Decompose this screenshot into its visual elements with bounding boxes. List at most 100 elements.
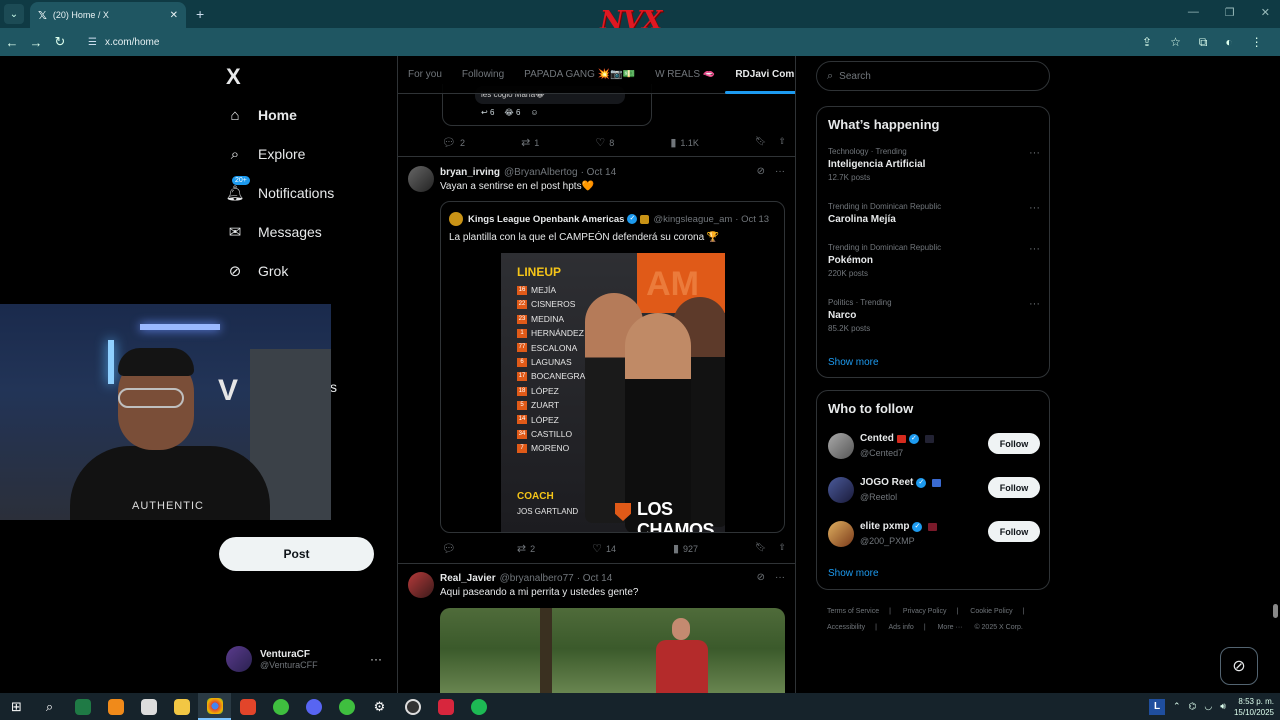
minimize-button[interactable]: — xyxy=(1188,6,1199,19)
footer-link[interactable]: Cookie Policy xyxy=(970,608,1012,615)
bookmark-icon[interactable]: 🔖︎ xyxy=(755,542,766,555)
extensions-icon[interactable]: ⧉ xyxy=(1199,35,1208,50)
tweet-photo[interactable] xyxy=(440,608,785,693)
app-icon[interactable] xyxy=(132,693,165,720)
clock[interactable]: 8:53 p. m. 15/10/2025 xyxy=(1234,696,1274,718)
chrome-icon[interactable] xyxy=(198,693,231,720)
bookmark-icon[interactable]: 🔖︎ xyxy=(755,136,766,149)
show-more-trends-link[interactable]: Show more xyxy=(828,357,879,368)
views-action[interactable]: ▮ 1.1K xyxy=(670,136,699,149)
show-more-follow-link[interactable]: Show more xyxy=(828,568,879,579)
add-reaction-icon[interactable]: ☺ xyxy=(530,108,538,117)
post-button[interactable]: Post xyxy=(219,537,374,571)
search-icon[interactable]: ⌕ xyxy=(33,693,66,720)
trend-more-icon[interactable]: ··· xyxy=(1029,147,1040,159)
share-icon[interactable]: ⇧ xyxy=(778,542,786,555)
tab-search-button[interactable]: ⌄ xyxy=(4,4,24,24)
share-icon[interactable]: ⇧ xyxy=(778,136,786,149)
repost-action[interactable]: ⇄ 1 xyxy=(521,136,539,149)
footer-link[interactable]: Accessibility xyxy=(827,624,865,631)
tweet-date[interactable]: · Oct 14 xyxy=(577,573,613,584)
file-explorer-icon[interactable] xyxy=(165,693,198,720)
tweet-author-name[interactable]: Real_Javier xyxy=(440,573,496,584)
follow-suggestion[interactable]: Cented ✓ @Cented7 Follow xyxy=(828,433,1040,463)
app-icon[interactable] xyxy=(330,693,363,720)
page-scrollbar[interactable] xyxy=(1270,56,1280,693)
quoted-tweet[interactable]: Kings League Openbank Americas ✓ @kingsl… xyxy=(440,201,785,533)
x-logo-icon[interactable]: X xyxy=(226,64,241,90)
nav-grok[interactable]: ⊘ Grok xyxy=(226,262,289,280)
steam-icon[interactable]: ⚙ xyxy=(363,693,396,720)
follow-button[interactable]: Follow xyxy=(988,521,1040,542)
obs-icon[interactable] xyxy=(396,693,429,720)
follow-suggestion[interactable]: elite pxmp ✓ @200_PXMP Follow xyxy=(828,521,1040,551)
grok-explain-icon[interactable]: ⊘ xyxy=(757,572,765,583)
tweet-handle[interactable]: @bryanalbero77 xyxy=(500,573,574,584)
new-tab-button[interactable]: + xyxy=(196,6,204,22)
trend-item[interactable]: Technology · Trending Inteligencia Artif… xyxy=(828,147,1040,182)
site-info-icon[interactable]: ☰ xyxy=(88,37,97,48)
browser-menu-icon[interactable]: ⋮ xyxy=(1251,35,1263,50)
nav-more-partial[interactable]: s xyxy=(330,379,337,395)
chevron-up-icon[interactable]: ⌃ xyxy=(1173,701,1181,712)
back-button[interactable]: ← xyxy=(0,35,24,50)
forward-button[interactable]: → xyxy=(24,35,48,50)
tweet-author-name[interactable]: bryan_irving xyxy=(440,167,500,178)
nav-explore[interactable]: ⌕ Explore xyxy=(226,145,306,163)
grok-explain-icon[interactable]: ⊘ xyxy=(757,166,765,177)
install-app-icon[interactable]: ⇪ xyxy=(1142,35,1152,50)
tab-papada-gang[interactable]: PAPADA GANG 💥📷💵 xyxy=(514,56,645,94)
windows-start-icon[interactable]: ⊞ xyxy=(0,693,33,720)
trend-item[interactable]: Trending in Dominican Republic Pokémon 2… xyxy=(828,243,1040,278)
lineup-poster-image[interactable]: AM LINEUP 16 MEJÍA 22 CISNEROS 23 MEDINA 1H… xyxy=(501,253,725,532)
excel-icon[interactable] xyxy=(66,693,99,720)
trend-item[interactable]: Politics · Trending Narco 85.2K posts ··… xyxy=(828,298,1040,333)
tab-w-reals[interactable]: W REALS 🫦 xyxy=(645,56,725,94)
follow-button[interactable]: Follow xyxy=(988,477,1040,498)
footer-link[interactable]: Terms of Service xyxy=(827,608,879,615)
trend-more-icon[interactable]: ··· xyxy=(1029,298,1040,310)
restore-button[interactable]: ❐ xyxy=(1225,6,1235,19)
app-icon[interactable] xyxy=(429,693,462,720)
nav-messages[interactable]: ✉ Messages xyxy=(226,223,322,241)
tweet-handle[interactable]: @BryanAlbertog xyxy=(504,167,578,178)
brave-icon[interactable] xyxy=(231,693,264,720)
reply-action[interactable]: 💬︎ 2 xyxy=(442,136,465,149)
footer-link[interactable]: Ads info xyxy=(889,624,914,631)
follow-suggestion[interactable]: JOGO Reet ✓ @Reetlol Follow xyxy=(828,477,1040,507)
tweet-more-icon[interactable]: ··· xyxy=(775,572,785,583)
more-dots-icon[interactable]: ··· xyxy=(370,652,382,666)
volume-icon[interactable]: 🔊︎ xyxy=(1220,701,1226,712)
search-input[interactable] xyxy=(839,70,1020,82)
app-icon[interactable] xyxy=(264,693,297,720)
reply-action[interactable]: 💬︎ xyxy=(442,542,460,555)
tab-following[interactable]: Following xyxy=(452,56,514,94)
nav-notifications[interactable]: 🔔︎ 20+ Notifications xyxy=(225,176,334,202)
tweet-more-icon[interactable]: ··· xyxy=(775,166,785,177)
scroll-thumb[interactable] xyxy=(1273,604,1278,618)
browser-tab[interactable]: 𝕏 (20) Home / X ✕ xyxy=(30,2,186,28)
trend-item[interactable]: Trending in Dominican Republic Carolina … xyxy=(828,202,1040,225)
follow-button[interactable]: Follow xyxy=(988,433,1040,454)
like-action[interactable]: ♡ 8 xyxy=(595,136,614,149)
tab-rdjavi[interactable]: RDJavi Com xyxy=(725,56,795,94)
reload-button[interactable]: ↻ xyxy=(48,34,72,50)
like-action[interactable]: ♡ 14 xyxy=(592,542,616,555)
input-language[interactable]: L xyxy=(1149,698,1166,715)
discord-icon[interactable] xyxy=(297,693,330,720)
search-bar[interactable]: ⌕ xyxy=(816,61,1050,91)
avatar[interactable] xyxy=(408,166,434,192)
footer-link[interactable]: Privacy Policy xyxy=(903,608,947,615)
reply-count[interactable]: ↩ 6 xyxy=(481,108,494,117)
spotify-icon[interactable] xyxy=(462,693,495,720)
repost-action[interactable]: ⇄ 2 xyxy=(517,542,535,555)
reaction-count[interactable]: 😂 6 xyxy=(504,108,520,117)
grok-floating-button[interactable]: ⊘ xyxy=(1220,647,1258,685)
address-bar[interactable]: ☰ x.com/home xyxy=(80,31,1130,53)
trend-more-icon[interactable]: ··· xyxy=(1029,243,1040,255)
tweet-date[interactable]: · Oct 14 xyxy=(581,167,617,178)
views-action[interactable]: ▮ 927 xyxy=(673,542,698,555)
avatar[interactable] xyxy=(408,572,434,598)
nav-home[interactable]: ⌂ Home xyxy=(226,106,296,124)
trend-more-icon[interactable]: ··· xyxy=(1029,202,1040,214)
